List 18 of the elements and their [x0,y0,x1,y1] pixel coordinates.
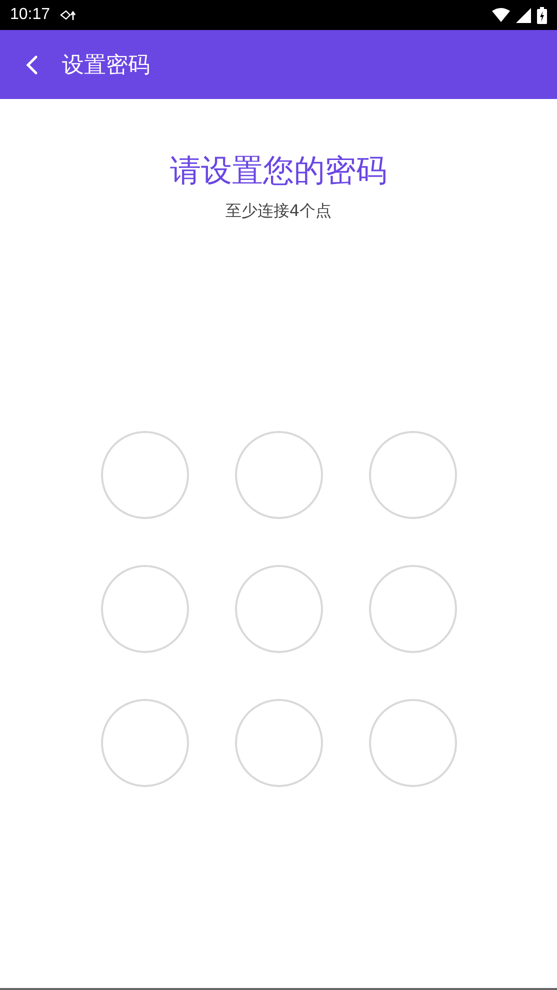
battery-icon [537,6,547,24]
screen-title: 设置密码 [62,52,150,80]
prompt-title: 请设置您的密码 [170,152,387,191]
pattern-dot[interactable] [368,565,456,653]
data-saver-icon [60,9,76,21]
pattern-dot[interactable] [234,699,322,787]
pattern-dot[interactable] [100,565,188,653]
pattern-dot[interactable] [100,699,188,787]
prompt-hint: 至少连接4个点 [225,201,332,221]
pattern-dot[interactable] [234,431,322,519]
status-time: 10:17 [10,6,50,24]
pattern-dot[interactable] [234,565,322,653]
pattern-dot[interactable] [100,431,188,519]
pattern-dot[interactable] [368,431,456,519]
wifi-icon [492,8,510,22]
pattern-dot[interactable] [368,699,456,787]
signal-icon [516,8,531,22]
back-icon [26,54,38,74]
